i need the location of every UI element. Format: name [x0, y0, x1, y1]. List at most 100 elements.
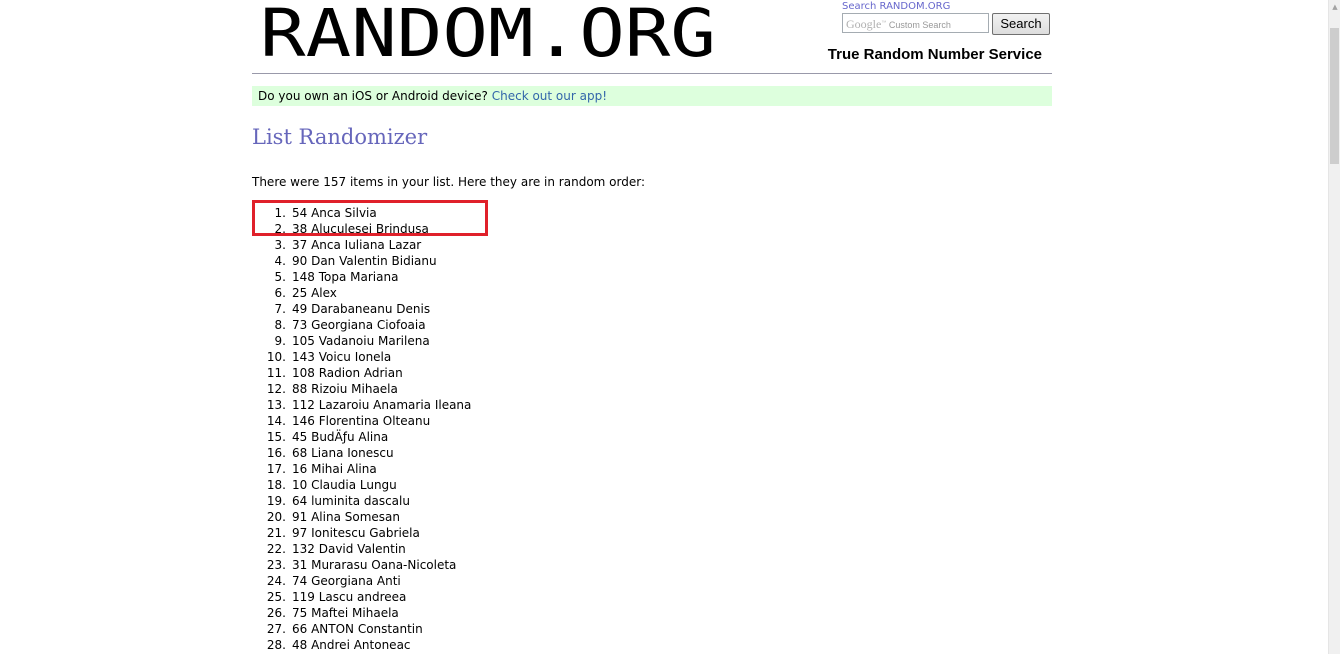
list-item-text: 75 Maftei Mihaela	[292, 606, 399, 620]
list-item: 13. 112 Lazaroiu Anamaria Ileana	[252, 397, 471, 413]
list-item-text: 105 Vadanoiu Marilena	[292, 334, 430, 348]
app-banner: Do you own an iOS or Android device? Che…	[252, 86, 1052, 106]
list-item: 1. 54 Anca Silvia	[252, 205, 471, 221]
list-item: 24. 74 Georgiana Anti	[252, 573, 471, 589]
search-button[interactable]: Search	[992, 13, 1050, 35]
list-item: 17. 16 Mihai Alina	[252, 461, 471, 477]
list-item-number: 5.	[274, 270, 286, 284]
list-item-text: 25 Alex	[292, 286, 337, 300]
search-row: Google™ Custom Search Search	[842, 13, 1052, 35]
list-item: 25. 119 Lascu andreea	[252, 589, 471, 605]
list-item-text: 38 Aluculesei Brindusa	[292, 222, 429, 236]
list-item: 8. 73 Georgiana Ciofoaia	[252, 317, 471, 333]
list-item-number: 21.	[266, 526, 286, 540]
page-title: List Randomizer	[252, 125, 428, 149]
list-item-text: 16 Mihai Alina	[292, 462, 377, 476]
list-item-text: 48 Andrei Antoneac	[292, 638, 411, 652]
list-item-number: 18.	[266, 478, 286, 492]
list-item: 19. 64 luminita dascalu	[252, 493, 471, 509]
list-item-text: 31 Murarasu Oana-Nicoleta	[292, 558, 457, 572]
logo-text: RANDOM.ORG	[260, 2, 716, 64]
list-item: 14. 146 Florentina Olteanu	[252, 413, 471, 429]
site-tagline: True Random Number Service	[827, 46, 1042, 63]
list-item-number: 16.	[266, 446, 286, 460]
result-intro: There were 157 items in your list. Here …	[252, 175, 645, 189]
scrollbar-thumb[interactable]	[1330, 28, 1339, 164]
list-item-text: 108 Radion Adrian	[292, 366, 403, 380]
list-item-text: 91 Alina Somesan	[292, 510, 400, 524]
list-item-text: 64 luminita dascalu	[292, 494, 410, 508]
list-item: 21. 97 Ionitescu Gabriela	[252, 525, 471, 541]
list-item-number: 9.	[274, 334, 286, 348]
list-item-text: 68 Liana Ionescu	[292, 446, 394, 460]
list-item-number: 2.	[274, 222, 286, 236]
list-item-number: 4.	[274, 254, 286, 268]
list-item-text: 66 ANTON Constantin	[292, 622, 423, 636]
list-item: 18. 10 Claudia Lungu	[252, 477, 471, 493]
random-org-logo[interactable]: RANDOM.ORG	[260, 2, 720, 64]
list-item: 5. 148 Topa Mariana	[252, 269, 471, 285]
list-item: 3. 37 Anca Iuliana Lazar	[252, 237, 471, 253]
google-logo: Google	[846, 17, 882, 31]
header-divider	[252, 73, 1052, 74]
list-item-text: 74 Georgiana Anti	[292, 574, 401, 588]
list-item: 7. 49 Darabaneanu Denis	[252, 301, 471, 317]
list-item-number: 8.	[274, 318, 286, 332]
app-banner-text: Do you own an iOS or Android device?	[258, 89, 488, 103]
list-item: 15. 45 BudÄƒu Alina	[252, 429, 471, 445]
list-item-text: 88 Rizoiu Mihaela	[292, 382, 398, 396]
list-item-number: 20.	[266, 510, 286, 524]
list-item-text: 10 Claudia Lungu	[292, 478, 397, 492]
list-item-text: 54 Anca Silvia	[292, 206, 377, 220]
scroll-up-arrow-icon[interactable]: ▲	[1330, 2, 1340, 12]
logo-image: RANDOM.ORG	[260, 2, 716, 64]
randomized-list: 1. 54 Anca Silvia 2. 38 Aluculesei Brindusa…	[252, 205, 471, 653]
list-item-text: 148 Topa Mariana	[292, 270, 399, 284]
list-item: 9. 105 Vadanoiu Marilena	[252, 333, 471, 349]
list-item-number: 19.	[266, 494, 286, 508]
list-item-number: 17.	[266, 462, 286, 476]
list-item: 2. 38 Aluculesei Brindusa	[252, 221, 471, 237]
list-item: 16. 68 Liana Ionescu	[252, 445, 471, 461]
list-item: 23. 31 Murarasu Oana-Nicoleta	[252, 557, 471, 573]
list-item-text: 112 Lazaroiu Anamaria Ileana	[292, 398, 472, 412]
list-item-number: 27.	[266, 622, 286, 636]
list-item-number: 10.	[266, 350, 286, 364]
list-item-number: 22.	[266, 542, 286, 556]
vertical-scrollbar[interactable]: ▲	[1328, 0, 1340, 654]
list-item-text: 146 Florentina Olteanu	[292, 414, 431, 428]
list-item-number: 3.	[274, 238, 286, 252]
search-input[interactable]: Google™ Custom Search	[842, 13, 989, 33]
site-search: Search RANDOM.ORG Google™ Custom Search …	[842, 0, 1052, 35]
list-item-number: 14.	[266, 414, 286, 428]
list-item-text: 119 Lascu andreea	[292, 590, 407, 604]
list-item-number: 24.	[266, 574, 286, 588]
list-item-text: 90 Dan Valentin Bidianu	[292, 254, 437, 268]
app-banner-link[interactable]: Check out our app!	[492, 89, 607, 103]
list-item-number: 26.	[266, 606, 286, 620]
list-item: 28. 48 Andrei Antoneac	[252, 637, 471, 653]
search-placeholder: Custom Search	[888, 20, 951, 30]
list-item-text: 97 Ionitescu Gabriela	[292, 526, 420, 540]
list-item-number: 12.	[266, 382, 286, 396]
list-item: 20. 91 Alina Somesan	[252, 509, 471, 525]
search-site-link[interactable]: Search RANDOM.ORG	[842, 1, 1052, 13]
list-item-number: 11.	[266, 366, 286, 380]
list-item: 11. 108 Radion Adrian	[252, 365, 471, 381]
list-item: 6. 25 Alex	[252, 285, 471, 301]
list-item-number: 15.	[266, 430, 286, 444]
list-item-text: 73 Georgiana Ciofoaia	[292, 318, 426, 332]
list-item-number: 25.	[266, 590, 286, 604]
list-item: 10. 143 Voicu Ionela	[252, 349, 471, 365]
list-item-number: 7.	[274, 302, 286, 316]
list-item-text: 37 Anca Iuliana Lazar	[292, 238, 422, 252]
list-item: 22. 132 David Valentin	[252, 541, 471, 557]
list-item-text: 45 BudÄƒu Alina	[292, 430, 389, 444]
list-item: 27. 66 ANTON Constantin	[252, 621, 471, 637]
list-item-number: 13.	[266, 398, 286, 412]
list-item: 12. 88 Rizoiu Mihaela	[252, 381, 471, 397]
list-item-text: 132 David Valentin	[292, 542, 406, 556]
list-item: 26. 75 Maftei Mihaela	[252, 605, 471, 621]
list-item-text: 143 Voicu Ionela	[292, 350, 392, 364]
list-item-number: 1.	[274, 206, 286, 220]
